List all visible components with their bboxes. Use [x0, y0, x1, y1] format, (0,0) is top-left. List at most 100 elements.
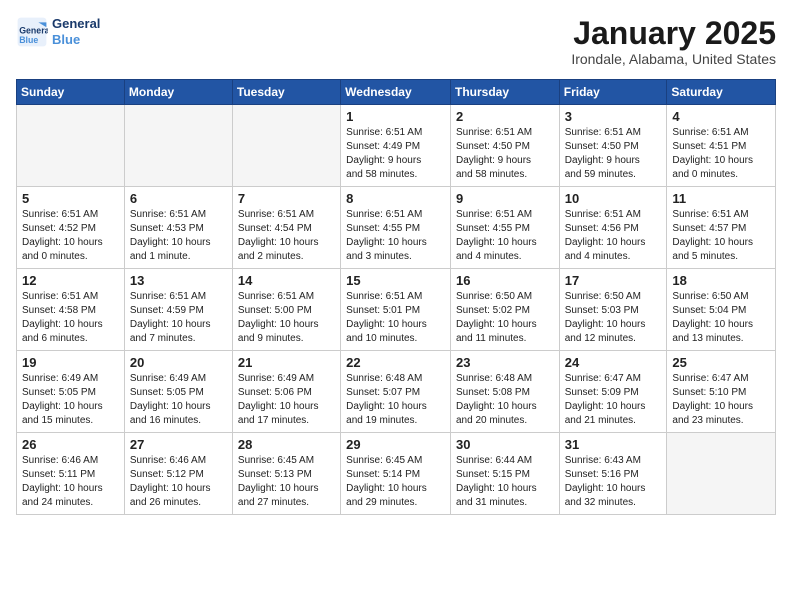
day-number: 21 [238, 355, 335, 370]
calendar-cell: 3Sunrise: 6:51 AMSunset: 4:50 PMDaylight… [559, 105, 667, 187]
header-saturday: Saturday [667, 80, 776, 105]
cell-text: Sunrise: 6:51 AMSunset: 4:49 PMDaylight:… [346, 126, 445, 182]
calendar-week-2: 5 Sunrise: 6:51 AMSunset: 4:52 PMDaylight… [17, 187, 776, 269]
day-number: 10 [565, 191, 662, 206]
day-number: 4 [672, 109, 770, 124]
calendar-cell [232, 105, 340, 187]
calendar-cell: 26Sunrise: 6:46 AMSunset: 5:11 PMDayligh… [17, 433, 125, 515]
cell-text: Sunrise: 6:50 AMSunset: 5:03 PMDaylight:… [565, 290, 662, 346]
calendar-week-4: 19Sunrise: 6:49 AMSunset: 5:05 PMDayligh… [17, 351, 776, 433]
header-tuesday: Tuesday [232, 80, 340, 105]
day-number: 8 [346, 191, 445, 206]
calendar-cell: 9Sunrise: 6:51 AMSunset: 4:55 PMDaylight… [450, 187, 559, 269]
day-number: 28 [238, 437, 335, 452]
day-number: 15 [346, 273, 445, 288]
calendar-cell: 20Sunrise: 6:49 AMSunset: 5:05 PMDayligh… [124, 351, 232, 433]
weekday-header-row: Sunday Monday Tuesday Wednesday Thursday… [17, 80, 776, 105]
header-sunday: Sunday [17, 80, 125, 105]
cell-text: Sunrise: 6:44 AMSunset: 5:15 PMDaylight:… [456, 454, 554, 510]
cell-text: Sunrise: 6:47 AMSunset: 5:10 PMDaylight:… [672, 372, 770, 428]
header-wednesday: Wednesday [341, 80, 451, 105]
cell-text: Sunrise: 6:50 AMSunset: 5:04 PMDaylight:… [672, 290, 770, 346]
day-number: 5 [22, 191, 119, 206]
calendar-cell: 25 Sunrise: 6:47 AMSunset: 5:10 PMDayligh… [667, 351, 776, 433]
calendar: Sunday Monday Tuesday Wednesday Thursday… [16, 79, 776, 515]
logo-line2: Blue [52, 32, 100, 48]
calendar-cell: 30 Sunrise: 6:44 AMSunset: 5:15 PMDayligh… [450, 433, 559, 515]
calendar-cell [124, 105, 232, 187]
day-number: 25 [672, 355, 770, 370]
cell-text: Sunrise: 6:51 AMSunset: 4:50 PMDaylight:… [456, 126, 554, 182]
day-number: 31 [565, 437, 662, 452]
location: Irondale, Alabama, United States [571, 51, 776, 67]
cell-text: Sunrise: 6:47 AMSunset: 5:09 PMDaylight:… [565, 372, 662, 428]
calendar-cell: 28 Sunrise: 6:45 AMSunset: 5:13 PMDayligh… [232, 433, 340, 515]
title-block: January 2025 Irondale, Alabama, United S… [571, 16, 776, 67]
cell-text: Sunrise: 6:49 AMSunset: 5:06 PMDaylight:… [238, 372, 335, 428]
cell-text: Sunrise: 6:46 AMSunset: 5:12 PMDaylight:… [130, 454, 227, 510]
cell-text: Sunrise: 6:49 AMSunset: 5:05 PMDaylight:… [130, 372, 227, 428]
calendar-week-3: 12 Sunrise: 6:51 AMSunset: 4:58 PMDayligh… [17, 269, 776, 351]
calendar-cell [17, 105, 125, 187]
day-number: 6 [130, 191, 227, 206]
calendar-cell: 8 Sunrise: 6:51 AMSunset: 4:55 PMDaylight… [341, 187, 451, 269]
cell-text: Sunrise: 6:51 AMSunset: 4:55 PMDaylight:… [346, 208, 445, 264]
cell-text: Sunrise: 6:43 AMSunset: 5:16 PMDaylight:… [565, 454, 662, 510]
cell-text: Sunrise: 6:51 AMSunset: 4:51 PMDaylight:… [672, 126, 770, 182]
calendar-cell: 23 Sunrise: 6:48 AMSunset: 5:08 PMDayligh… [450, 351, 559, 433]
day-number: 11 [672, 191, 770, 206]
cell-text: Sunrise: 6:51 AMSunset: 4:53 PMDaylight:… [130, 208, 227, 264]
day-number: 3 [565, 109, 662, 124]
cell-text: Sunrise: 6:46 AMSunset: 5:11 PMDaylight:… [22, 454, 119, 510]
day-number: 18 [672, 273, 770, 288]
page: General Blue General Blue January 2025 I… [0, 0, 792, 531]
cell-text: Sunrise: 6:51 AMSunset: 4:56 PMDaylight:… [565, 208, 662, 264]
day-number: 22 [346, 355, 445, 370]
calendar-cell: 15Sunrise: 6:51 AMSunset: 5:01 PMDayligh… [341, 269, 451, 351]
calendar-cell: 31 Sunrise: 6:43 AMSunset: 5:16 PMDayligh… [559, 433, 667, 515]
month-title: January 2025 [571, 16, 776, 51]
header-friday: Friday [559, 80, 667, 105]
day-number: 27 [130, 437, 227, 452]
calendar-cell: 5 Sunrise: 6:51 AMSunset: 4:52 PMDaylight… [17, 187, 125, 269]
day-number: 30 [456, 437, 554, 452]
calendar-week-1: 1 Sunrise: 6:51 AMSunset: 4:49 PMDaylight… [17, 105, 776, 187]
cell-text: Sunrise: 6:51 AMSunset: 4:58 PMDaylight:… [22, 290, 119, 346]
cell-text: Sunrise: 6:48 AMSunset: 5:08 PMDaylight:… [456, 372, 554, 428]
cell-text: Sunrise: 6:51 AMSunset: 4:59 PMDaylight:… [130, 290, 227, 346]
cell-text: Sunrise: 6:51 AMSunset: 4:54 PMDaylight:… [238, 208, 335, 264]
calendar-cell: 10 Sunrise: 6:51 AMSunset: 4:56 PMDayligh… [559, 187, 667, 269]
calendar-cell: 6 Sunrise: 6:51 AMSunset: 4:53 PMDaylight… [124, 187, 232, 269]
calendar-cell: 11 Sunrise: 6:51 AMSunset: 4:57 PMDayligh… [667, 187, 776, 269]
day-number: 13 [130, 273, 227, 288]
calendar-cell: 17Sunrise: 6:50 AMSunset: 5:03 PMDayligh… [559, 269, 667, 351]
logo-icon: General Blue [16, 16, 48, 48]
calendar-cell: 24 Sunrise: 6:47 AMSunset: 5:09 PMDayligh… [559, 351, 667, 433]
cell-text: Sunrise: 6:51 AMSunset: 4:57 PMDaylight:… [672, 208, 770, 264]
day-number: 12 [22, 273, 119, 288]
cell-text: Sunrise: 6:51 AMSunset: 5:00 PMDaylight:… [238, 290, 335, 346]
calendar-cell: 16 Sunrise: 6:50 AMSunset: 5:02 PMDayligh… [450, 269, 559, 351]
day-number: 9 [456, 191, 554, 206]
day-number: 23 [456, 355, 554, 370]
cell-text: Sunrise: 6:45 AMSunset: 5:13 PMDaylight:… [238, 454, 335, 510]
calendar-cell: 4 Sunrise: 6:51 AMSunset: 4:51 PMDaylight… [667, 105, 776, 187]
logo-line1: General [52, 16, 100, 32]
cell-text: Sunrise: 6:49 AMSunset: 5:05 PMDaylight:… [22, 372, 119, 428]
calendar-cell: 14 Sunrise: 6:51 AMSunset: 5:00 PMDayligh… [232, 269, 340, 351]
header-monday: Monday [124, 80, 232, 105]
cell-text: Sunrise: 6:50 AMSunset: 5:02 PMDaylight:… [456, 290, 554, 346]
day-number: 1 [346, 109, 445, 124]
calendar-cell: 1 Sunrise: 6:51 AMSunset: 4:49 PMDaylight… [341, 105, 451, 187]
day-number: 29 [346, 437, 445, 452]
day-number: 24 [565, 355, 662, 370]
calendar-cell: 22Sunrise: 6:48 AMSunset: 5:07 PMDayligh… [341, 351, 451, 433]
calendar-cell: 21 Sunrise: 6:49 AMSunset: 5:06 PMDayligh… [232, 351, 340, 433]
day-number: 16 [456, 273, 554, 288]
cell-text: Sunrise: 6:51 AMSunset: 4:52 PMDaylight:… [22, 208, 119, 264]
calendar-cell: 13 Sunrise: 6:51 AMSunset: 4:59 PMDayligh… [124, 269, 232, 351]
day-number: 14 [238, 273, 335, 288]
calendar-cell: 29Sunrise: 6:45 AMSunset: 5:14 PMDayligh… [341, 433, 451, 515]
day-number: 2 [456, 109, 554, 124]
day-number: 7 [238, 191, 335, 206]
